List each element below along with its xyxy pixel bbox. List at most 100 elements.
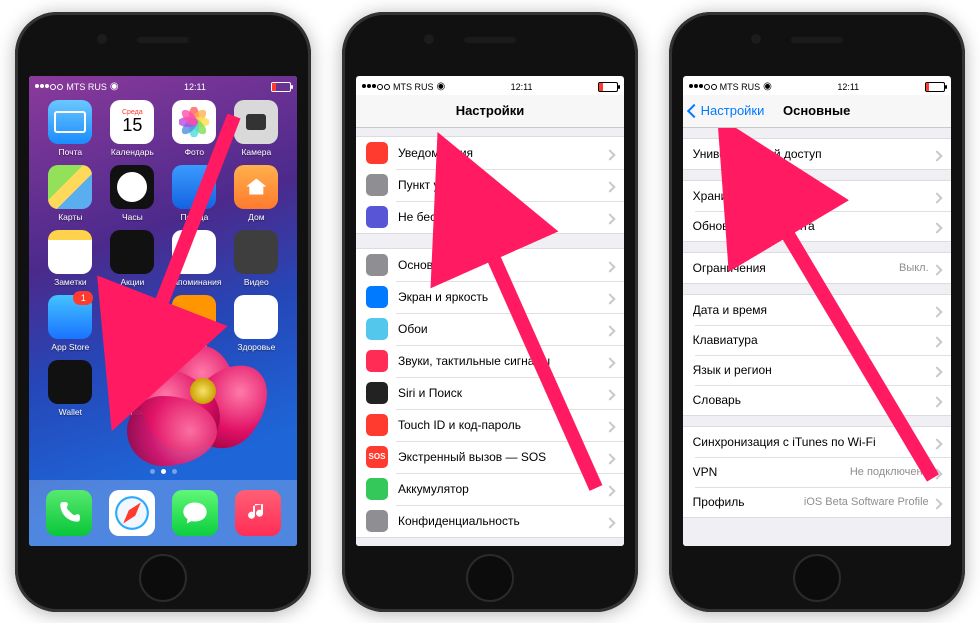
general-row[interactable]: Основные xyxy=(356,249,624,281)
signal-icon xyxy=(689,84,717,90)
language-region-row[interactable]: Язык и регион xyxy=(683,355,951,385)
chevron-right-icon xyxy=(606,208,614,226)
chevron-right-icon xyxy=(933,331,941,349)
clock-app-icon xyxy=(110,165,154,209)
dictionary-row[interactable]: Словарь xyxy=(683,385,951,415)
privacy-row-icon xyxy=(366,510,388,532)
notes-app[interactable]: Заметки xyxy=(39,230,101,287)
wallpaper-row[interactable]: Обои xyxy=(356,313,624,345)
notifications-row[interactable]: Уведомления xyxy=(356,137,624,169)
row-label: Обновление контента xyxy=(693,219,933,233)
chevron-right-icon xyxy=(606,480,614,498)
row-label: Уведомления xyxy=(398,146,606,160)
chevron-right-icon xyxy=(933,361,941,379)
reminders-app[interactable]: Напоминания xyxy=(163,230,225,287)
battery-icon xyxy=(925,82,945,92)
row-label: Touch ID и код-пароль xyxy=(398,418,606,432)
calendar-app-icon: Среда15 xyxy=(110,100,154,144)
health-app[interactable]: Здоровье xyxy=(225,295,287,352)
maps-app[interactable]: Карты xyxy=(39,165,101,222)
badge: 2 xyxy=(135,356,155,370)
vpn-row[interactable]: VPNНе подключено xyxy=(683,457,951,487)
phone-app[interactable] xyxy=(46,490,92,536)
music-app[interactable] xyxy=(235,490,281,536)
settings-app[interactable]: 2Настройки xyxy=(101,360,163,417)
restrictions-row[interactable]: ОграниченияВыкл. xyxy=(683,253,951,283)
nav-bar: Настройки Основные xyxy=(683,95,951,128)
wifi-icon: ◉ xyxy=(110,81,119,92)
status-bar: MTS RUS◉ 12:11 xyxy=(683,76,951,95)
camera-app[interactable]: Камера xyxy=(225,100,287,157)
back-button[interactable]: Настройки xyxy=(689,103,765,118)
row-label: Дата и время xyxy=(693,303,933,317)
general-list[interactable]: Универсальный доступ Хранилище iPhone Обно… xyxy=(683,128,951,546)
accessibility-row[interactable]: Универсальный доступ xyxy=(683,139,951,169)
row-label: Звуки, тактильные сигналы xyxy=(398,354,606,368)
stocks-app[interactable]: Акции xyxy=(101,230,163,287)
control-center-row[interactable]: Пункт управления xyxy=(356,169,624,201)
photos-app-icon xyxy=(172,100,216,144)
itunes-app[interactable]: iTunes Store xyxy=(101,295,163,352)
itunes-wifi-sync-row[interactable]: Синхронизация с iTunes по Wi-Fi xyxy=(683,427,951,457)
row-label: Аккумулятор xyxy=(398,482,606,496)
app-label: Календарь xyxy=(111,147,154,157)
keyboard-row[interactable]: Клавиатура xyxy=(683,325,951,355)
profile-row[interactable]: ПрофильiOS Beta Software Profile xyxy=(683,487,951,517)
home-screen[interactable]: MTS RUS◉ 12:11 ПочтаСреда15КалендарьФото… xyxy=(29,76,297,546)
sos-row[interactable]: SOSЭкстренный вызов — SOS xyxy=(356,441,624,473)
privacy-row[interactable]: Конфиденциальность xyxy=(356,505,624,537)
signal-icon xyxy=(35,84,63,90)
row-label: Экстренный вызов — SOS xyxy=(398,450,606,464)
weather-app[interactable]: Погода xyxy=(163,165,225,222)
app-label: iBooks xyxy=(182,342,208,352)
iphone-storage-row[interactable]: Хранилище iPhone xyxy=(683,181,951,211)
home-button[interactable] xyxy=(466,554,514,602)
dnd-row-icon xyxy=(366,206,388,228)
siri-row[interactable]: Siri и Поиск xyxy=(356,377,624,409)
settings-list[interactable]: Уведомления Пункт управленияНе беспокоить… xyxy=(356,128,624,546)
clock-label: 12:11 xyxy=(837,82,859,92)
wifi-icon: ◉ xyxy=(763,81,772,92)
app-label: Фото xyxy=(185,147,205,157)
chevron-right-icon xyxy=(606,416,614,434)
row-label: Словарь xyxy=(693,393,933,407)
mail-app[interactable]: Почта xyxy=(39,100,101,157)
sounds-row[interactable]: Звуки, тактильные сигналы xyxy=(356,345,624,377)
nav-title: Основные xyxy=(783,103,850,118)
dnd-row[interactable]: Не беспокоить xyxy=(356,201,624,233)
clock-label: 12:11 xyxy=(184,82,206,92)
photos-app[interactable]: Фото xyxy=(163,100,225,157)
battery-icon xyxy=(598,82,618,92)
weather-app-icon xyxy=(172,165,216,209)
safari-app[interactable] xyxy=(109,490,155,536)
notes-app-icon xyxy=(48,230,92,274)
chevron-right-icon xyxy=(606,384,614,402)
wallet-app[interactable]: Wallet xyxy=(39,360,101,417)
display-row[interactable]: Экран и яркость xyxy=(356,281,624,313)
background-refresh-row[interactable]: Обновление контента xyxy=(683,211,951,241)
battery-row[interactable]: Аккумулятор xyxy=(356,473,624,505)
chevron-right-icon xyxy=(606,448,614,466)
home-button[interactable] xyxy=(139,554,187,602)
row-label: Синхронизация с iTunes по Wi-Fi xyxy=(693,435,933,449)
home-button[interactable] xyxy=(793,554,841,602)
maps-app-icon xyxy=(48,165,92,209)
videos-app[interactable]: Видео xyxy=(225,230,287,287)
phone-settings: MTS RUS◉ 12:11 Настройки УведомленияПунк… xyxy=(342,12,638,612)
touchid-row[interactable]: Touch ID и код-пароль xyxy=(356,409,624,441)
messages-app[interactable] xyxy=(172,490,218,536)
phone-home: MTS RUS◉ 12:11 ПочтаСреда15КалендарьФото… xyxy=(15,12,311,612)
ibooks-app[interactable]: iBooks xyxy=(163,295,225,352)
page-indicator[interactable] xyxy=(29,469,297,474)
sounds-row-icon xyxy=(366,350,388,372)
calendar-app[interactable]: Среда15 Календарь xyxy=(101,100,163,157)
clock-app[interactable]: Часы xyxy=(101,165,163,222)
chevron-right-icon xyxy=(606,144,614,162)
notifications-row-icon xyxy=(366,142,388,164)
row-label: Язык и регион xyxy=(693,363,933,377)
row-label: Основные xyxy=(398,258,606,272)
date-time-row[interactable]: Дата и время xyxy=(683,295,951,325)
appstore-app[interactable]: 1App Store xyxy=(39,295,101,352)
wifi-icon: ◉ xyxy=(436,81,445,92)
home-app[interactable]: Дом xyxy=(225,165,287,222)
